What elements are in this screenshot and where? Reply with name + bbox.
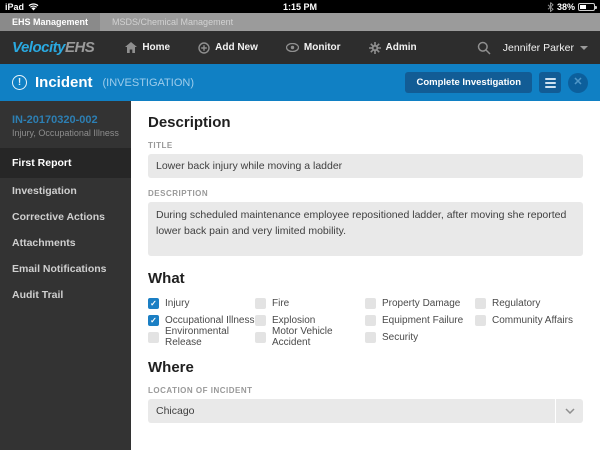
nav-admin[interactable]: Admin <box>358 31 428 64</box>
gear-icon <box>368 41 381 54</box>
sidebar-item-attachments[interactable]: Attachments <box>0 230 131 256</box>
ios-status-bar: iPad 1:15 PM 38% <box>0 0 600 13</box>
monitor-eye-icon <box>285 43 299 52</box>
add-icon <box>198 41 210 54</box>
close-button[interactable]: ✕ <box>568 72 588 93</box>
checkbox-community-affairs[interactable]: ✓ Community Affairs <box>475 314 583 326</box>
record-sidebar: IN-20170320-002 Injury, Occupational Ill… <box>0 101 131 450</box>
title-field-label: TITLE <box>148 141 173 150</box>
incident-alert-icon: ! <box>12 75 27 90</box>
description-section-heading: Description <box>148 114 231 131</box>
home-icon <box>125 42 138 53</box>
nav-monitor-label: Monitor <box>303 42 341 53</box>
location-field-label: LOCATION OF INCIDENT <box>148 386 253 395</box>
main-content: Description TITLE DESCRIPTION During sch… <box>131 101 600 450</box>
nav-admin-label: Admin <box>385 42 417 53</box>
battery-icon <box>578 2 597 11</box>
description-field-label: DESCRIPTION <box>148 189 209 198</box>
checkbox-icon: ✓ <box>475 297 486 309</box>
chevron-down-icon <box>580 45 588 50</box>
checkbox-icon: ✓ <box>365 297 376 309</box>
sidebar-item-audit-trail[interactable]: Audit Trail <box>0 282 131 308</box>
nav-add-new-label: Add New <box>215 42 258 53</box>
user-name: Jennifer Parker <box>502 41 574 54</box>
complete-investigation-button[interactable]: Complete Investigation <box>405 72 532 93</box>
incident-header: ! Incident (INVESTIGATION) Complete Inve… <box>0 64 600 101</box>
checkbox-occupational-illness[interactable]: ✓ Occupational Illness <box>148 314 255 326</box>
user-menu[interactable]: Jennifer Parker <box>503 42 588 54</box>
location-selected-value: Chicago <box>148 399 555 423</box>
record-id: IN-20170320-002 <box>12 114 98 126</box>
description-textarea[interactable]: During scheduled maintenance employee re… <box>148 202 583 256</box>
checkbox-property-damage[interactable]: ✓ Property Damage <box>365 297 475 309</box>
sidebar-item-email-notifications[interactable]: Email Notifications <box>0 256 131 282</box>
checkbox-icon: ✓ <box>148 297 159 309</box>
search-icon[interactable] <box>477 41 491 55</box>
checkbox-injury[interactable]: ✓ Injury <box>148 297 255 309</box>
battery-percent: 38% <box>556 1 575 12</box>
checkbox-security[interactable]: ✓ Security <box>365 331 475 343</box>
bluetooth-icon <box>547 1 554 12</box>
nav-monitor[interactable]: Monitor <box>275 31 352 64</box>
incident-type-checkbox-grid: ✓ Injury ✓ Occupational Illness ✓ Enviro… <box>148 297 583 348</box>
checkbox-fire[interactable]: ✓ Fire <box>255 297 365 309</box>
product-tab-bar: EHS Management MSDS/Chemical Management <box>0 13 600 31</box>
checkbox-environmental-release[interactable]: ✓ Environmental Release <box>148 326 255 348</box>
nav-home-label: Home <box>142 42 171 53</box>
location-of-incident-select[interactable]: Chicago <box>148 399 583 423</box>
checkbox-explosion[interactable]: ✓ Explosion <box>255 314 365 326</box>
sidebar-item-first-report[interactable]: First Report <box>0 148 131 178</box>
nav-home[interactable]: Home <box>114 31 181 64</box>
record-type: Injury, Occupational Illness <box>12 128 119 138</box>
checkbox-icon: ✓ <box>365 314 376 326</box>
sidebar-item-corrective-actions[interactable]: Corrective Actions <box>0 204 131 230</box>
checkbox-icon: ✓ <box>365 331 376 343</box>
velocityehs-logo[interactable]: VelocityEHS <box>12 39 95 56</box>
tab-ehs-management[interactable]: EHS Management <box>0 13 101 31</box>
checkbox-equipment-failure[interactable]: ✓ Equipment Failure <box>365 314 475 326</box>
checkbox-regulatory[interactable]: ✓ Regulatory <box>475 297 583 309</box>
checkbox-icon: ✓ <box>148 314 159 326</box>
page-subtitle: (INVESTIGATION) <box>102 76 194 89</box>
clock: 1:15 PM <box>282 1 317 12</box>
tab-msds-chemical-management[interactable]: MSDS/Chemical Management <box>100 13 245 31</box>
what-section-heading: What <box>148 270 185 287</box>
chevron-down-icon <box>556 399 583 423</box>
checkbox-icon: ✓ <box>255 331 266 343</box>
checkbox-icon: ✓ <box>255 297 266 309</box>
hamburger-menu-button[interactable] <box>539 72 561 93</box>
title-input[interactable] <box>148 154 583 178</box>
checkbox-icon: ✓ <box>475 314 486 326</box>
top-nav-bar: VelocityEHS Home Add New Monitor Admin J… <box>0 31 600 64</box>
page-title: Incident <box>35 74 93 91</box>
where-section-heading: Where <box>148 359 194 376</box>
checkbox-icon: ✓ <box>148 331 159 343</box>
nav-add-new[interactable]: Add New <box>187 31 269 64</box>
checkbox-motor-vehicle-accident[interactable]: ✓ Motor Vehicle Accident <box>255 326 365 348</box>
checkbox-icon: ✓ <box>255 314 266 326</box>
sidebar-item-investigation[interactable]: Investigation <box>0 178 131 204</box>
